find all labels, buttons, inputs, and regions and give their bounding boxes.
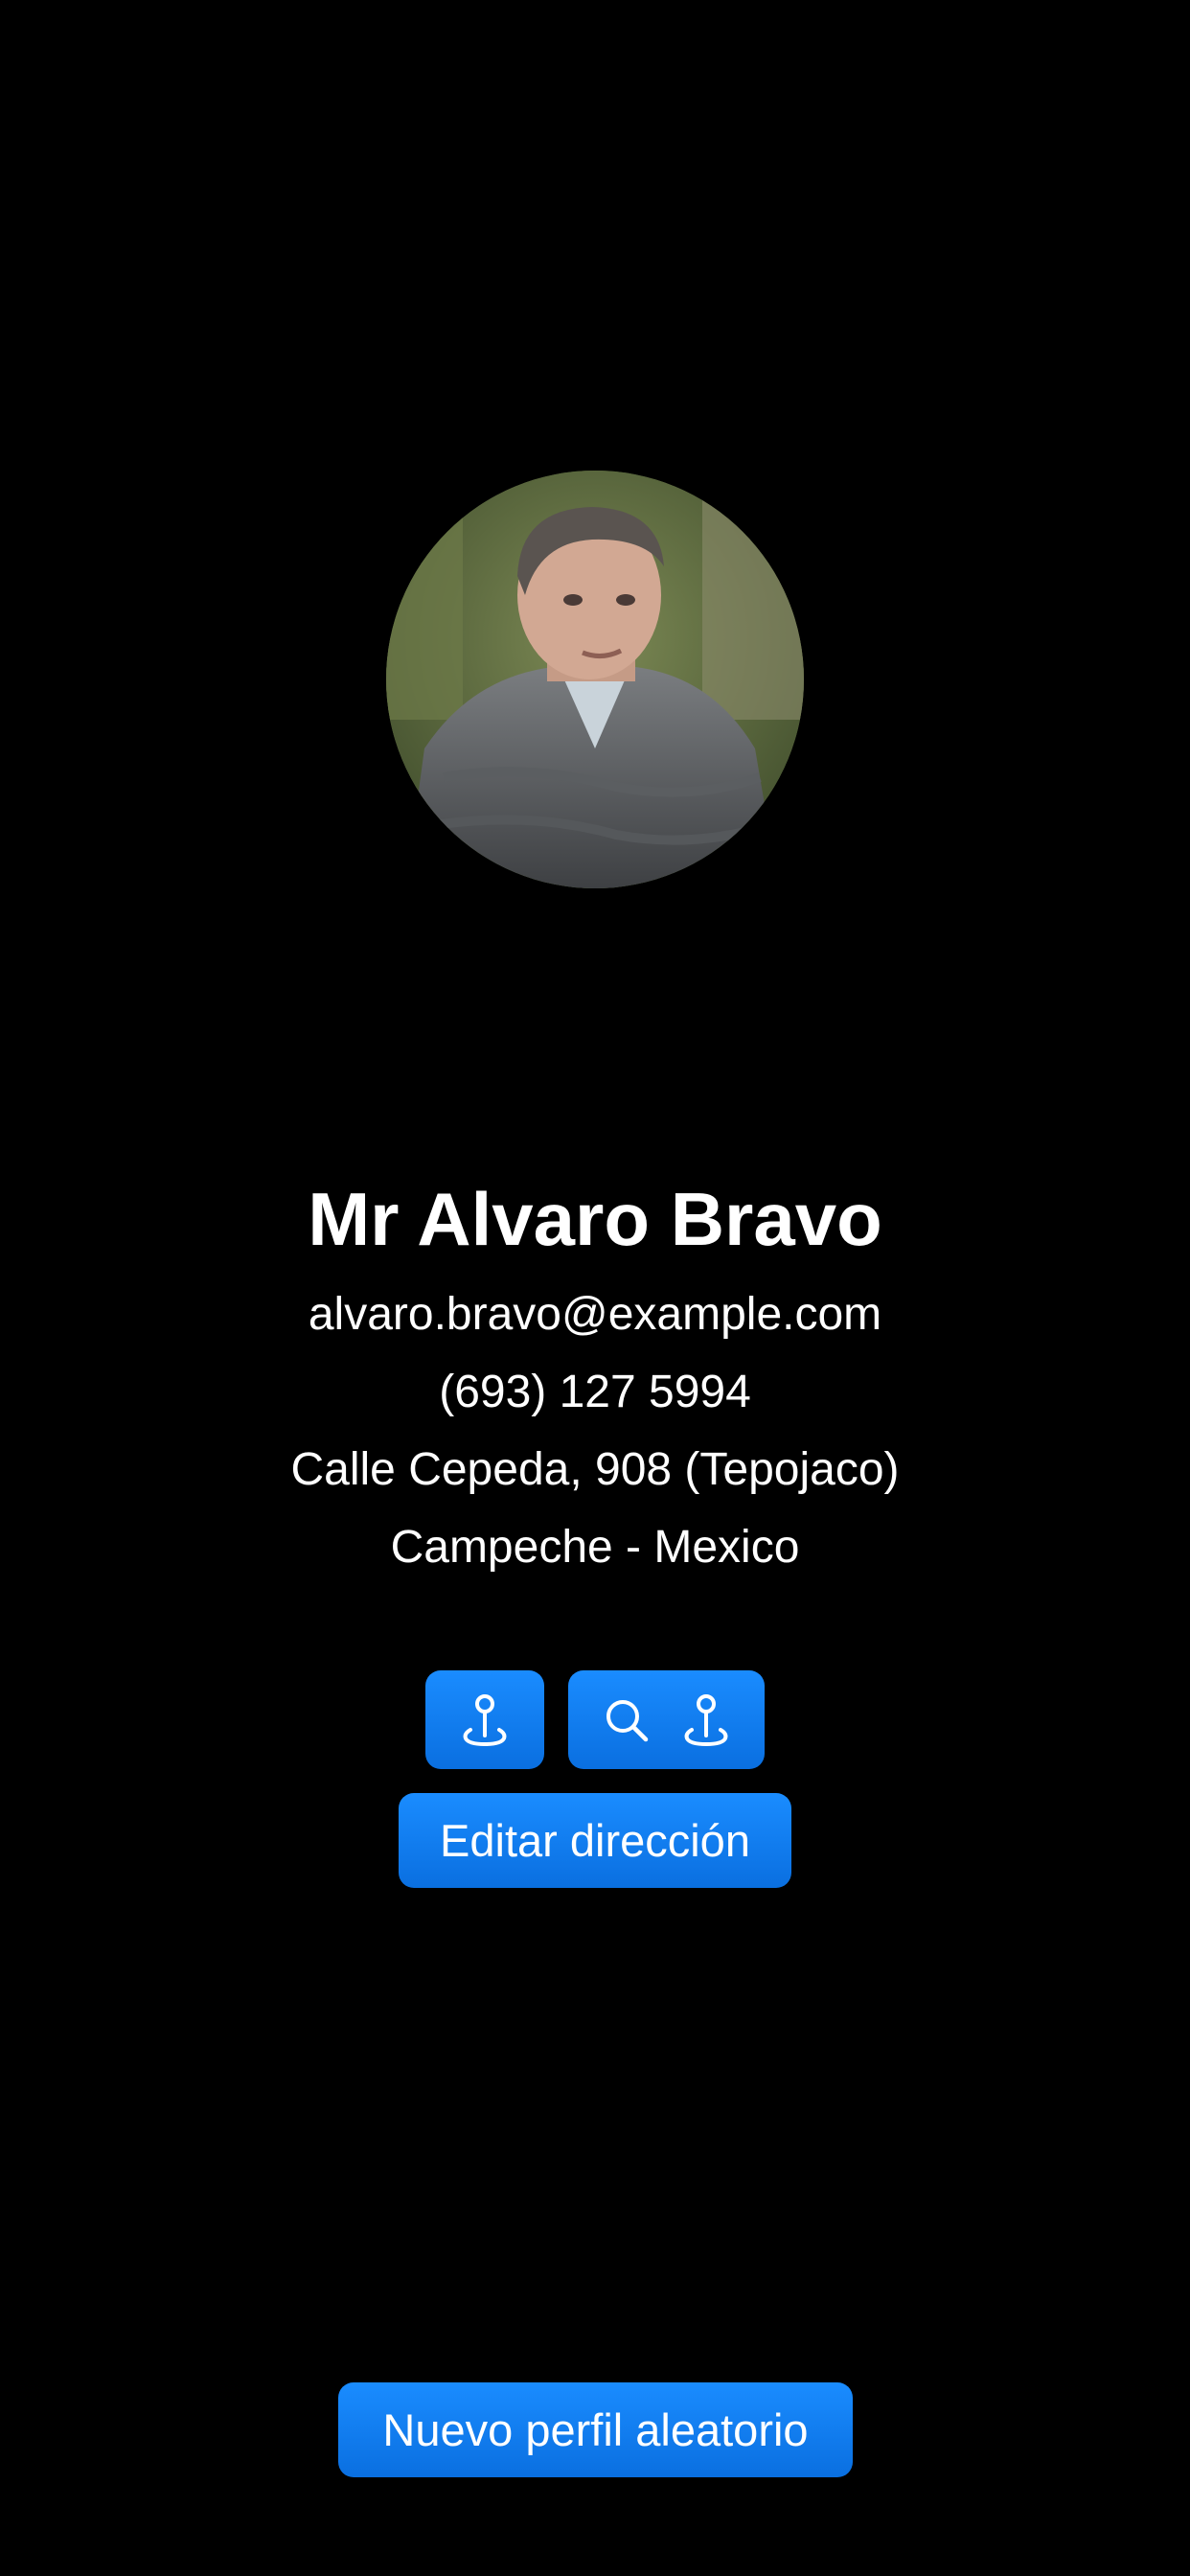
profile-street-address: Calle Cepeda, 908 (Tepojaco)	[290, 1444, 900, 1495]
edit-address-button[interactable]: Editar dirección	[399, 1793, 791, 1888]
new-random-profile-button[interactable]: Nuevo perfil aleatorio	[338, 2382, 853, 2477]
profile-name: Mr Alvaro Bravo	[308, 1177, 882, 1261]
map-pin-icon	[461, 1693, 509, 1747]
search-on-map-button[interactable]	[568, 1670, 765, 1769]
search-icon	[604, 1697, 650, 1743]
map-pin-icon	[682, 1693, 730, 1747]
avatar	[386, 471, 804, 888]
profile-phone: (693) 127 5994	[439, 1367, 751, 1417]
profile-email: alvaro.bravo@example.com	[308, 1289, 882, 1340]
profile-city-country: Campeche - Mexico	[390, 1522, 800, 1573]
profile-screen: Mr Alvaro Bravo alvaro.bravo@example.com…	[0, 0, 1190, 2576]
show-map-button[interactable]	[425, 1670, 544, 1769]
avatar-photo	[386, 471, 804, 888]
